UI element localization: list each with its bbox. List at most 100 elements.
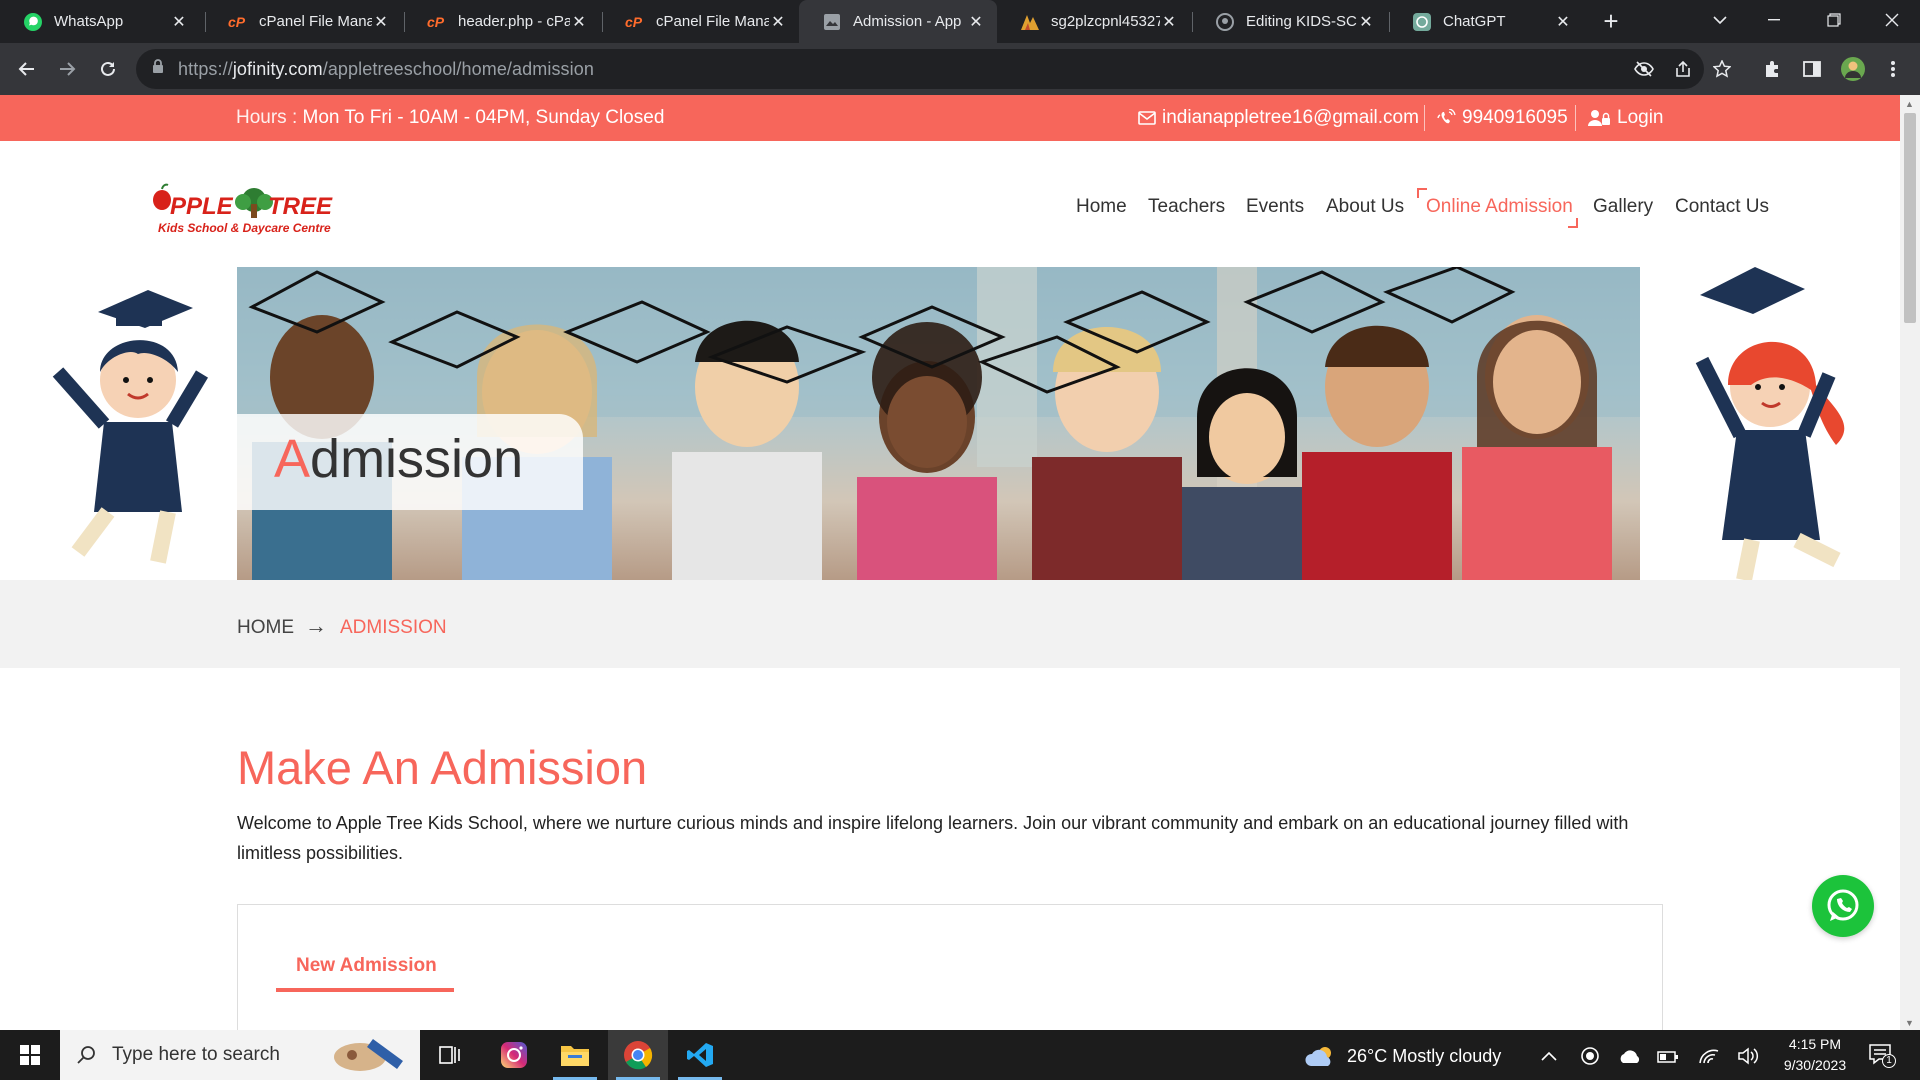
login-link[interactable]: Login: [1587, 107, 1664, 129]
nav-events[interactable]: Events: [1246, 196, 1304, 218]
tab-new-admission[interactable]: New Admission: [296, 955, 437, 977]
tab-server[interactable]: sg2plzcpnl45327 ✕: [997, 0, 1190, 43]
taskbar-clock[interactable]: 4:15 PM 9/30/2023: [1770, 1034, 1860, 1076]
share-icon[interactable]: [1667, 53, 1699, 85]
close-icon[interactable]: ✕: [1357, 12, 1375, 32]
page-scrollbar[interactable]: ▲ ▼: [1900, 95, 1920, 1030]
close-icon[interactable]: ✕: [570, 12, 588, 32]
start-button[interactable]: [0, 1030, 60, 1080]
email-link[interactable]: indianappletree16@gmail.com: [1138, 107, 1419, 129]
phone-link[interactable]: 9940916095: [1436, 107, 1568, 129]
lock-icon[interactable]: [152, 59, 164, 79]
nav-home[interactable]: Home: [1076, 196, 1127, 218]
browser-tab-strip: WhatsApp ✕ cP cPanel File Mana ✕ cP head…: [0, 0, 1920, 43]
info-topbar: Hours : Mon To Fri - 10AM - 04PM, Sunday…: [0, 95, 1900, 141]
extensions-icon[interactable]: [1756, 53, 1788, 85]
record-icon[interactable]: [1578, 1044, 1602, 1068]
svg-text:cP: cP: [228, 14, 246, 30]
tab-github[interactable]: Editing KIDS-SCH ✕: [1192, 0, 1387, 43]
nav-online-admission[interactable]: Online Admission: [1426, 196, 1573, 218]
reload-button[interactable]: [92, 53, 124, 85]
battery-icon[interactable]: [1656, 1044, 1680, 1068]
search-highlight-image: [334, 1038, 403, 1071]
bookmark-star-icon[interactable]: [1706, 53, 1738, 85]
whatsapp-chat-button[interactable]: [1812, 875, 1874, 937]
section-title: Make An Admission: [237, 741, 648, 794]
whatsapp-icon: [22, 11, 44, 33]
windows-logo-icon: [20, 1045, 40, 1065]
address-bar[interactable]: https://jofinity.com/appletreeschool/hom…: [136, 49, 1704, 89]
email-text: indianappletree16@gmail.com: [1162, 107, 1419, 128]
eye-off-icon[interactable]: [1628, 53, 1660, 85]
cloud-icon: [1305, 1047, 1331, 1066]
admission-form-card: [237, 904, 1663, 1034]
task-view-button[interactable]: [420, 1030, 480, 1080]
url-text: https://jofinity.com/appletreeschool/hom…: [178, 59, 594, 80]
volume-icon[interactable]: [1737, 1044, 1761, 1068]
forward-button[interactable]: [51, 53, 83, 85]
chevron-up-icon[interactable]: [1537, 1044, 1561, 1068]
close-icon[interactable]: ✕: [967, 12, 985, 32]
taskbar-instagram[interactable]: [484, 1030, 544, 1080]
close-window-button[interactable]: [1864, 0, 1920, 40]
tab-title: ChatGPT: [1443, 13, 1506, 30]
onedrive-cloud-icon[interactable]: [1618, 1044, 1642, 1068]
task-view-icon: [439, 1046, 460, 1064]
close-icon[interactable]: ✕: [769, 12, 787, 32]
taskbar-file-explorer[interactable]: [545, 1030, 605, 1080]
tab-cpanel-2[interactable]: cP cPanel File Mana ✕: [602, 0, 799, 43]
tab-chatgpt[interactable]: ChatGPT ✕: [1389, 0, 1584, 43]
tab-title: Editing KIDS-SCH: [1246, 13, 1357, 30]
nav-gallery[interactable]: Gallery: [1593, 196, 1653, 218]
weather-widget[interactable]: 26°C Mostly cloudy: [1305, 1044, 1501, 1068]
windows-taskbar: Type here to search 26°C Mostly cloudy 4…: [0, 1030, 1920, 1080]
taskbar-vscode[interactable]: [670, 1030, 730, 1080]
nav-contact-us[interactable]: Contact Us: [1675, 196, 1769, 218]
tab-admission[interactable]: Admission - App ✕: [799, 0, 997, 43]
school-logo[interactable]: PPLE TREE Kids School & Daycare Centre: [148, 180, 343, 238]
tab-whatsapp[interactable]: WhatsApp ✕: [0, 0, 200, 43]
github-icon: [1214, 11, 1236, 33]
new-tab-button[interactable]: +: [1595, 5, 1627, 37]
notification-center-button[interactable]: 1: [1868, 1042, 1896, 1068]
back-button[interactable]: [11, 53, 43, 85]
nav-about-us[interactable]: About Us: [1326, 196, 1404, 218]
minimize-button[interactable]: [1746, 0, 1802, 40]
tab-cpanel-1[interactable]: cP cPanel File Mana ✕: [205, 0, 402, 43]
tab-search-button[interactable]: [1692, 0, 1748, 40]
user-lock-icon: [1588, 110, 1610, 126]
cpanel-icon: cP: [624, 11, 646, 33]
active-tab-underline: [276, 988, 454, 992]
svg-text:TREE: TREE: [268, 193, 333, 220]
nav-teachers[interactable]: Teachers: [1148, 196, 1225, 218]
scrollbar-thumb[interactable]: [1904, 113, 1916, 323]
search-placeholder: Type here to search: [112, 1044, 280, 1065]
login-text: Login: [1617, 107, 1664, 128]
profile-avatar[interactable]: [1837, 53, 1869, 85]
taskbar-chrome[interactable]: [608, 1030, 668, 1080]
url-path: /appletreeschool/home/admission: [322, 58, 594, 79]
close-icon[interactable]: ✕: [372, 12, 390, 32]
taskbar-search-input[interactable]: Type here to search: [60, 1030, 420, 1080]
cpanel-icon: cP: [426, 11, 448, 33]
url-domain: jofinity.com: [232, 58, 323, 79]
logo-tagline: Kids School & Daycare Centre: [158, 221, 331, 235]
whatsapp-icon: [1827, 889, 1859, 921]
restore-button[interactable]: [1806, 0, 1862, 40]
clock-time: 4:15 PM: [1788, 1036, 1842, 1052]
close-icon[interactable]: ✕: [1160, 12, 1178, 32]
tab-title: sg2plzcpnl45327: [1051, 13, 1160, 30]
more-menu-icon[interactable]: [1877, 53, 1909, 85]
breadcrumb-current: ADMISSION: [340, 617, 447, 638]
breadcrumb-home[interactable]: HOME: [237, 617, 294, 639]
wifi-icon[interactable]: [1697, 1044, 1721, 1068]
tab-header-php[interactable]: cP header.php - cPa ✕: [404, 0, 600, 43]
url-prefix: https://: [178, 58, 233, 79]
close-icon[interactable]: ✕: [1554, 12, 1572, 32]
page-icon: [821, 11, 843, 33]
svg-text:cP: cP: [625, 14, 643, 30]
phone-icon: [1437, 109, 1456, 124]
close-icon[interactable]: ✕: [170, 12, 188, 32]
side-panel-icon[interactable]: [1796, 53, 1828, 85]
chatgpt-icon: [1411, 11, 1433, 33]
